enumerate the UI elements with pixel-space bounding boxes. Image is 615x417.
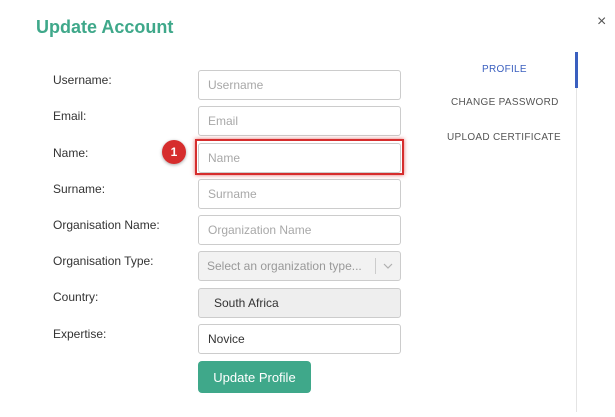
country-label: Country: <box>53 290 99 304</box>
email-label: Email: <box>53 109 87 123</box>
organisation-type-label: Organisation Type: <box>53 254 154 268</box>
tab-divider <box>576 52 577 412</box>
expertise-input[interactable] <box>198 324 401 354</box>
expertise-label: Expertise: <box>53 327 107 341</box>
surname-input[interactable] <box>198 179 401 209</box>
username-label: Username: <box>53 73 112 87</box>
active-tab-indicator <box>575 52 578 88</box>
modal-title: Update Account <box>36 17 174 37</box>
tab-profile[interactable]: PROFILE <box>482 64 527 75</box>
surname-label: Surname: <box>53 182 106 196</box>
name-input[interactable] <box>198 143 401 173</box>
country-field <box>198 288 401 318</box>
organisation-name-input[interactable] <box>198 215 401 245</box>
organisation-type-placeholder: Select an organization type... <box>207 259 362 273</box>
tab-upload-certificate[interactable]: UPLOAD CERTIFICATE <box>447 132 561 143</box>
tab-change-password[interactable]: CHANGE PASSWORD <box>451 97 559 108</box>
email-input[interactable] <box>198 106 401 136</box>
update-profile-button[interactable]: Update Profile <box>198 361 311 393</box>
name-label: Name: <box>53 146 89 160</box>
organisation-name-label: Organisation Name: <box>53 218 160 232</box>
chevron-down-icon[interactable] <box>376 263 400 269</box>
username-input[interactable] <box>198 70 401 100</box>
organisation-type-select[interactable]: Select an organization type... <box>198 251 401 281</box>
step-badge: 1 <box>162 140 186 164</box>
close-icon[interactable]: × <box>597 14 606 30</box>
